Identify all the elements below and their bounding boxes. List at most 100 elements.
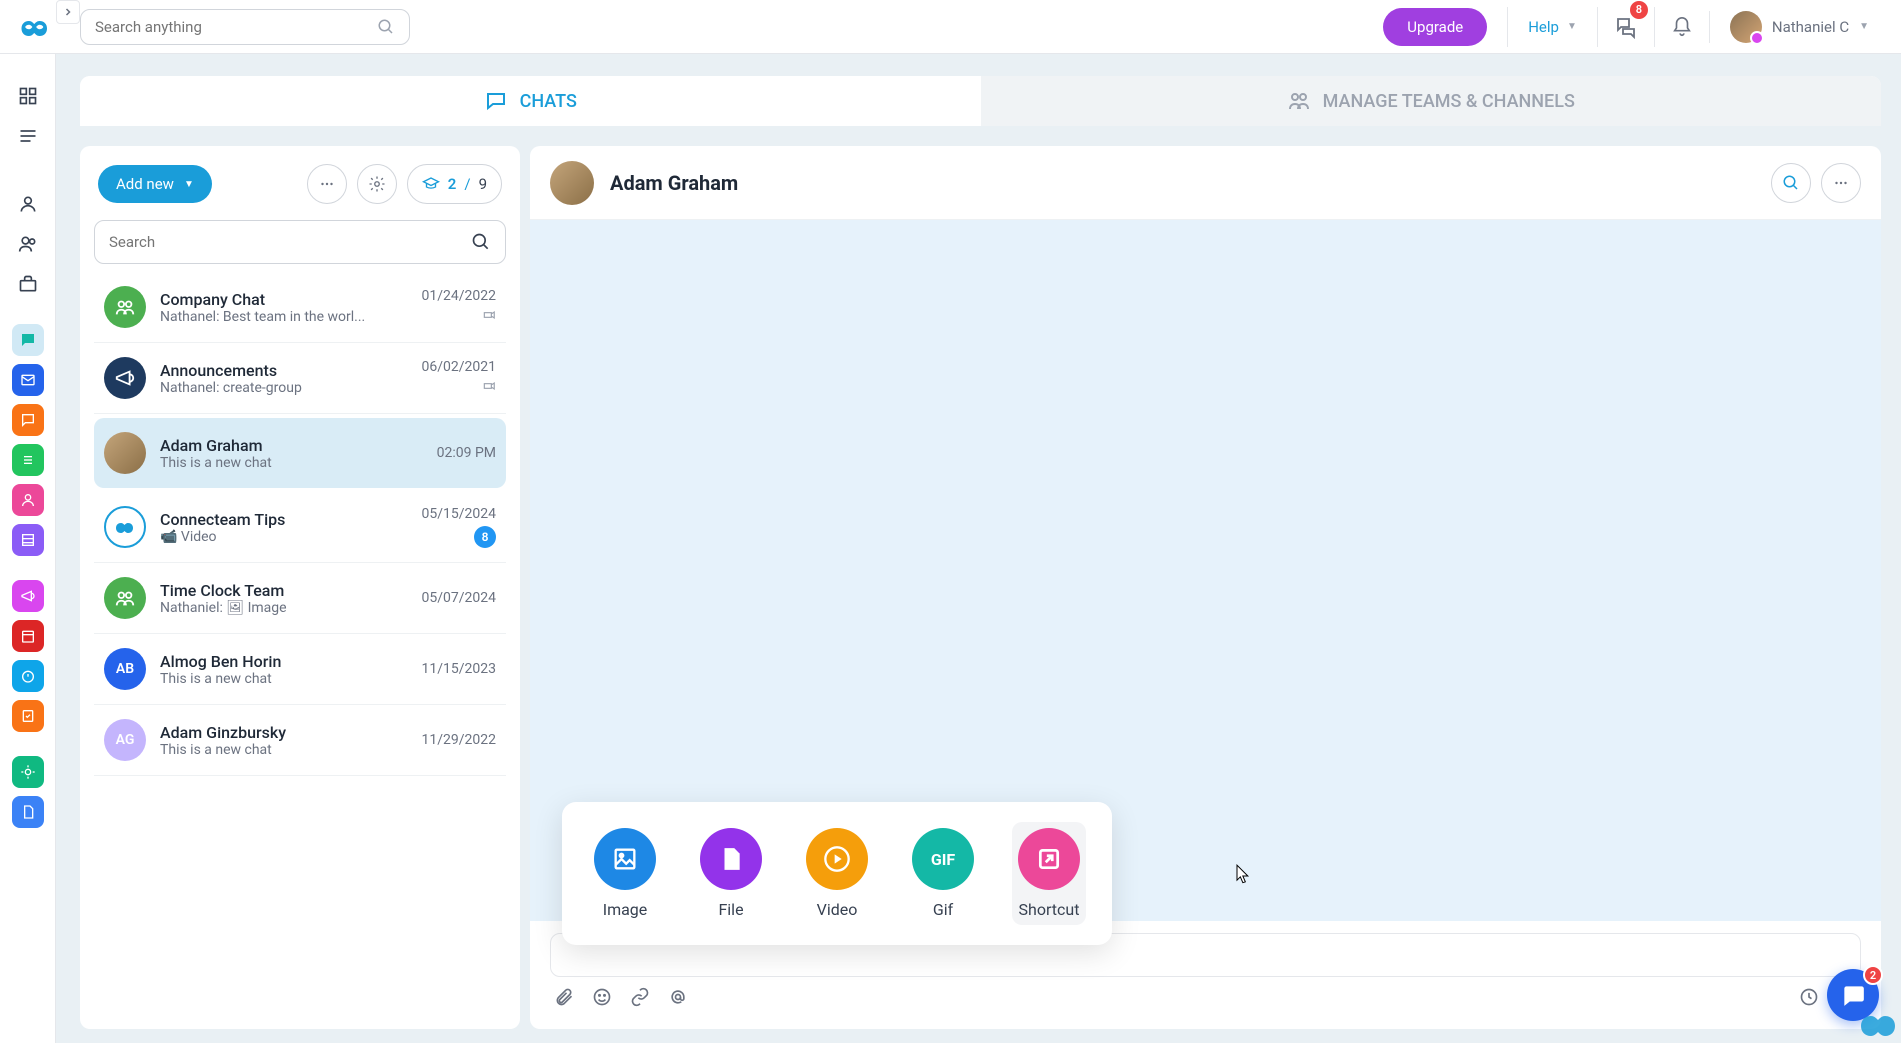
chat-item[interactable]: AnnouncementsNathanel: create-group06/02… — [94, 343, 506, 414]
sidebar-briefcase[interactable] — [12, 268, 44, 300]
messages-badge: 8 — [1630, 1, 1648, 19]
chat-icon — [484, 89, 508, 113]
schedule-button[interactable] — [1799, 987, 1819, 1011]
stopwatch-icon — [20, 668, 36, 684]
chat-settings-button[interactable] — [357, 164, 397, 204]
attach-label: Image — [603, 900, 648, 919]
bell-icon — [1671, 16, 1693, 38]
mention-button[interactable] — [668, 987, 688, 1011]
megaphone-icon — [20, 588, 36, 604]
chat-item-avatar — [104, 432, 146, 474]
grid-icon — [18, 86, 38, 106]
chat-item[interactable]: Time Clock TeamNathaniel: 🖼 Image 05/07/2… — [94, 563, 506, 634]
chat-item[interactable]: Company ChatNathanel: Best team in the w… — [94, 272, 506, 343]
chat-item-preview: Nathaniel: 🖼 Image — [160, 600, 380, 616]
global-search[interactable] — [80, 9, 410, 45]
doc-icon — [20, 804, 36, 820]
people-icon — [20, 492, 36, 508]
main-area: CHATS MANAGE TEAMS & CHANNELS Add new ▼ … — [80, 76, 1881, 1029]
chat-item-title: Adam Graham — [160, 436, 437, 455]
tab-manage[interactable]: MANAGE TEAMS & CHANNELS — [981, 76, 1882, 126]
sidebar-timer[interactable] — [12, 660, 44, 692]
team-icon — [1287, 89, 1311, 113]
sidebar-megaphone[interactable] — [12, 580, 44, 612]
app-logo[interactable] — [20, 12, 50, 42]
help-label: Help — [1528, 18, 1559, 36]
calendar-icon — [20, 628, 36, 644]
chat-bubble-icon — [19, 331, 37, 349]
user-menu[interactable]: Nathaniel C ▼ — [1709, 11, 1881, 43]
attach-video[interactable]: Video — [800, 822, 874, 925]
chat-item[interactable]: AGAdam GinzburskyThis is a new chat11/29… — [94, 705, 506, 776]
chat-item-date: 06/02/2021 — [422, 359, 497, 375]
sidebar-menu[interactable] — [12, 120, 44, 152]
chat-item-preview: This is a new chat — [160, 742, 380, 758]
help-menu[interactable]: Help ▼ — [1507, 7, 1597, 47]
user-name-label: Nathaniel C — [1772, 18, 1849, 36]
chat-item-date: 05/07/2024 — [422, 590, 497, 606]
global-search-input[interactable] — [95, 18, 377, 36]
chat-item-avatar — [104, 286, 146, 328]
chat-item[interactable]: Connecteam Tips📹 Video05/15/20248 — [94, 492, 506, 563]
sidebar-doc[interactable] — [12, 796, 44, 828]
sidebar-users[interactable] — [12, 228, 44, 260]
sidebar-calendar[interactable] — [12, 620, 44, 652]
chat-item-title: Adam Ginzbursky — [160, 723, 422, 742]
task-icon — [20, 708, 36, 724]
chat-item-title: Time Clock Team — [160, 581, 422, 600]
attach-label: File — [718, 900, 743, 919]
gif-icon: GIF — [912, 828, 974, 890]
upgrade-button[interactable]: Upgrade — [1383, 8, 1487, 46]
mail-icon — [20, 372, 36, 388]
chat-item[interactable]: ABAlmog Ben HorinThis is a new chat11/15… — [94, 634, 506, 705]
attach-button[interactable] — [554, 987, 574, 1011]
add-new-button[interactable]: Add new ▼ — [98, 165, 212, 203]
chat-item-date: 11/29/2022 — [422, 732, 497, 748]
workspace: Add new ▼ 2 / 9 Company ChatNathanel: Be… — [80, 146, 1881, 1029]
messages-button[interactable]: 8 — [1597, 7, 1654, 47]
attach-file[interactable]: File — [694, 822, 768, 925]
tab-manage-label: MANAGE TEAMS & CHANNELS — [1323, 91, 1575, 112]
chat-item-date: 01/24/2022 — [422, 288, 497, 304]
sidebar-apps[interactable] — [12, 80, 44, 112]
link-button[interactable] — [630, 987, 650, 1011]
top-tabs: CHATS MANAGE TEAMS & CHANNELS — [80, 76, 1881, 126]
attach-label: Gif — [933, 900, 953, 919]
search-icon — [1782, 174, 1800, 192]
attach-gif[interactable]: GIF Gif — [906, 822, 980, 925]
sidebar-people[interactable] — [12, 484, 44, 516]
chat-search-input[interactable] — [109, 233, 471, 251]
video-icon — [806, 828, 868, 890]
sidebar — [0, 54, 56, 1043]
emoji-button[interactable] — [592, 987, 612, 1011]
sidebar-chat[interactable] — [12, 324, 44, 356]
chat-items: Company ChatNathanel: Best team in the w… — [94, 272, 506, 1011]
sidebar-settings[interactable] — [12, 756, 44, 788]
chat-more-button[interactable] — [1821, 163, 1861, 203]
corner-logo — [1859, 1011, 1899, 1041]
chat-item[interactable]: Adam GrahamThis is a new chat02:09 PM — [94, 418, 506, 488]
chat-search-button[interactable] — [1771, 163, 1811, 203]
attach-shortcut[interactable]: Shortcut — [1012, 822, 1086, 925]
sidebar-message[interactable] — [12, 404, 44, 436]
sidebar-user[interactable] — [12, 188, 44, 220]
sidebar-mail[interactable] — [12, 364, 44, 396]
attach-image[interactable]: Image — [588, 822, 662, 925]
chat-item-preview: Nathanel: Best team in the worl... — [160, 309, 380, 325]
sidebar-table[interactable] — [12, 524, 44, 556]
clock-icon — [1799, 987, 1819, 1007]
file-icon — [700, 828, 762, 890]
chat-peer-avatar[interactable] — [550, 161, 594, 205]
dots-icon — [318, 175, 336, 193]
user-icon — [18, 194, 38, 214]
sidebar-list[interactable] — [12, 444, 44, 476]
tab-chats[interactable]: CHATS — [80, 76, 981, 126]
chat-search[interactable] — [94, 220, 506, 264]
sidebar-expand-button[interactable] — [56, 0, 80, 24]
sidebar-task[interactable] — [12, 700, 44, 732]
notifications-button[interactable] — [1654, 7, 1709, 47]
chat-item-date: 02:09 PM — [437, 445, 496, 461]
chevron-down-icon: ▼ — [1859, 21, 1869, 32]
chat-more-button[interactable] — [307, 164, 347, 204]
quota-indicator[interactable]: 2 / 9 — [407, 164, 502, 204]
